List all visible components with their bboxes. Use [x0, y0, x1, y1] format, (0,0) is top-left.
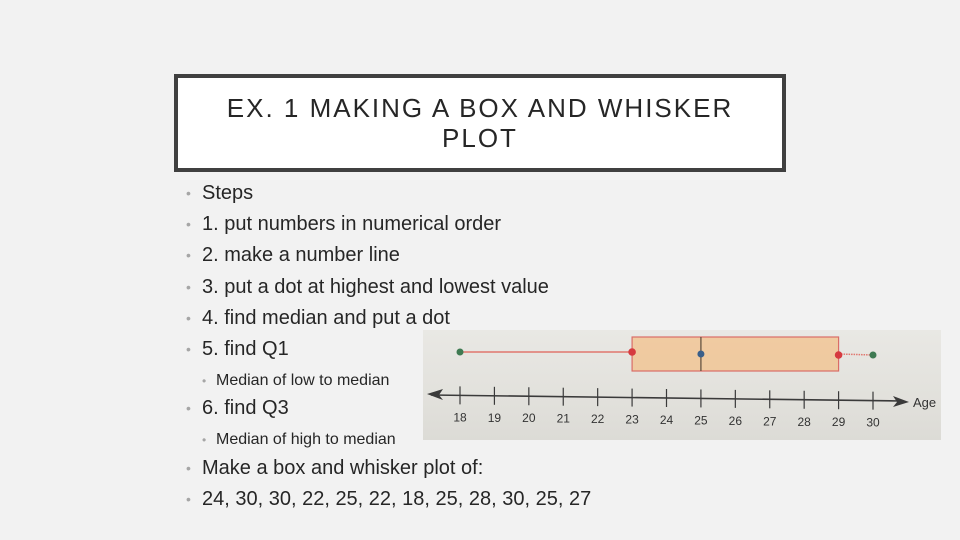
tick-label: 25	[694, 413, 708, 427]
median-dot	[697, 350, 705, 358]
bullet-icon: •	[186, 310, 191, 326]
bullet-icon: •	[202, 374, 207, 388]
tick-label: 26	[729, 414, 743, 428]
tick-label: 30	[866, 416, 880, 430]
box-plot-chart: 18 19 20 21 22 23 24 25 26 27 28 29 30 Age	[427, 336, 936, 430]
tick-label: 23	[625, 413, 639, 427]
q3-dot	[834, 351, 843, 359]
bullet-icon: •	[186, 341, 191, 357]
box-plot-photo: 18 19 20 21 22 23 24 25 26 27 28 29 30 Age	[423, 330, 941, 440]
tick-label: 27	[763, 414, 777, 428]
bullet-icon: •	[202, 433, 207, 447]
axis-label: Age	[913, 395, 936, 410]
upper-whisker	[838, 353, 874, 356]
title-box: EX. 1 MAKING A BOX AND WHISKER PLOT	[174, 74, 786, 172]
bullet-icon: •	[186, 460, 191, 476]
bullet-icon: •	[186, 185, 191, 201]
slide-title: EX. 1 MAKING A BOX AND WHISKER PLOT	[226, 93, 734, 153]
bullet-icon: •	[186, 279, 191, 295]
min-dot	[456, 348, 464, 356]
q1-dot	[628, 348, 636, 356]
tick-label: 29	[832, 415, 846, 429]
tick-label: 18	[453, 410, 467, 424]
tick-label: 21	[557, 412, 571, 426]
bullet-icon: •	[186, 400, 191, 416]
tick-label: 22	[591, 412, 605, 426]
bullet-icon: •	[186, 216, 191, 232]
tick-label: 28	[797, 415, 811, 429]
bullet-icon: •	[186, 247, 191, 263]
bullet-icon: •	[186, 491, 191, 507]
iqr-box	[631, 336, 840, 372]
max-dot	[869, 351, 877, 359]
tick-label: 20	[522, 411, 536, 425]
tick-label: 19	[488, 411, 502, 425]
tick-label: 24	[660, 413, 674, 427]
